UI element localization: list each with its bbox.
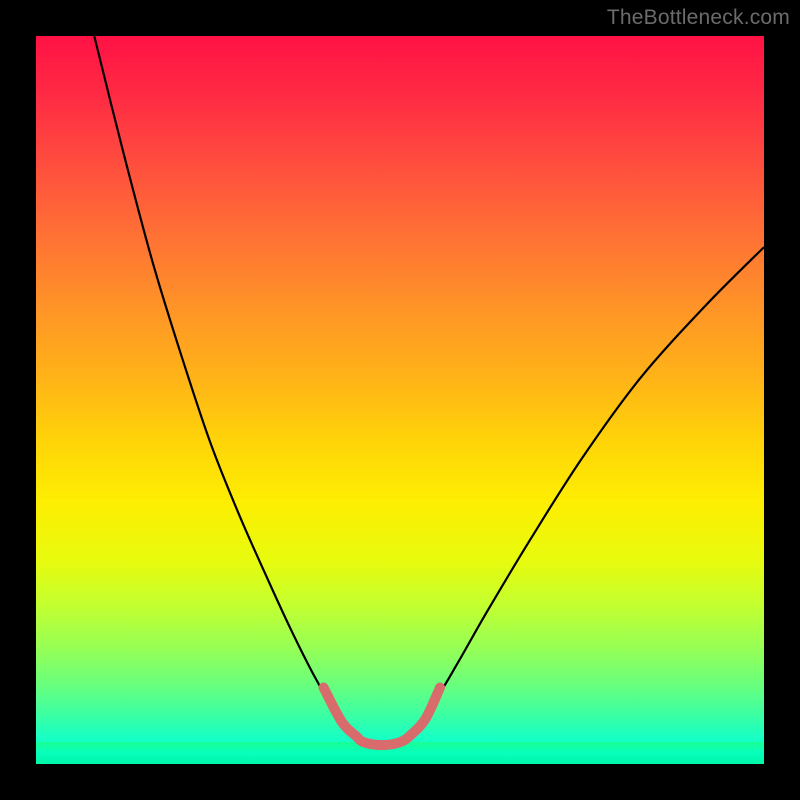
left-curve	[94, 36, 363, 742]
outer-frame: TheBottleneck.com	[0, 0, 800, 800]
watermark-text: TheBottleneck.com	[607, 6, 790, 30]
plot-area	[36, 36, 764, 764]
curve-layer	[36, 36, 764, 764]
valley-highlight	[324, 688, 440, 746]
right-curve	[400, 247, 764, 742]
